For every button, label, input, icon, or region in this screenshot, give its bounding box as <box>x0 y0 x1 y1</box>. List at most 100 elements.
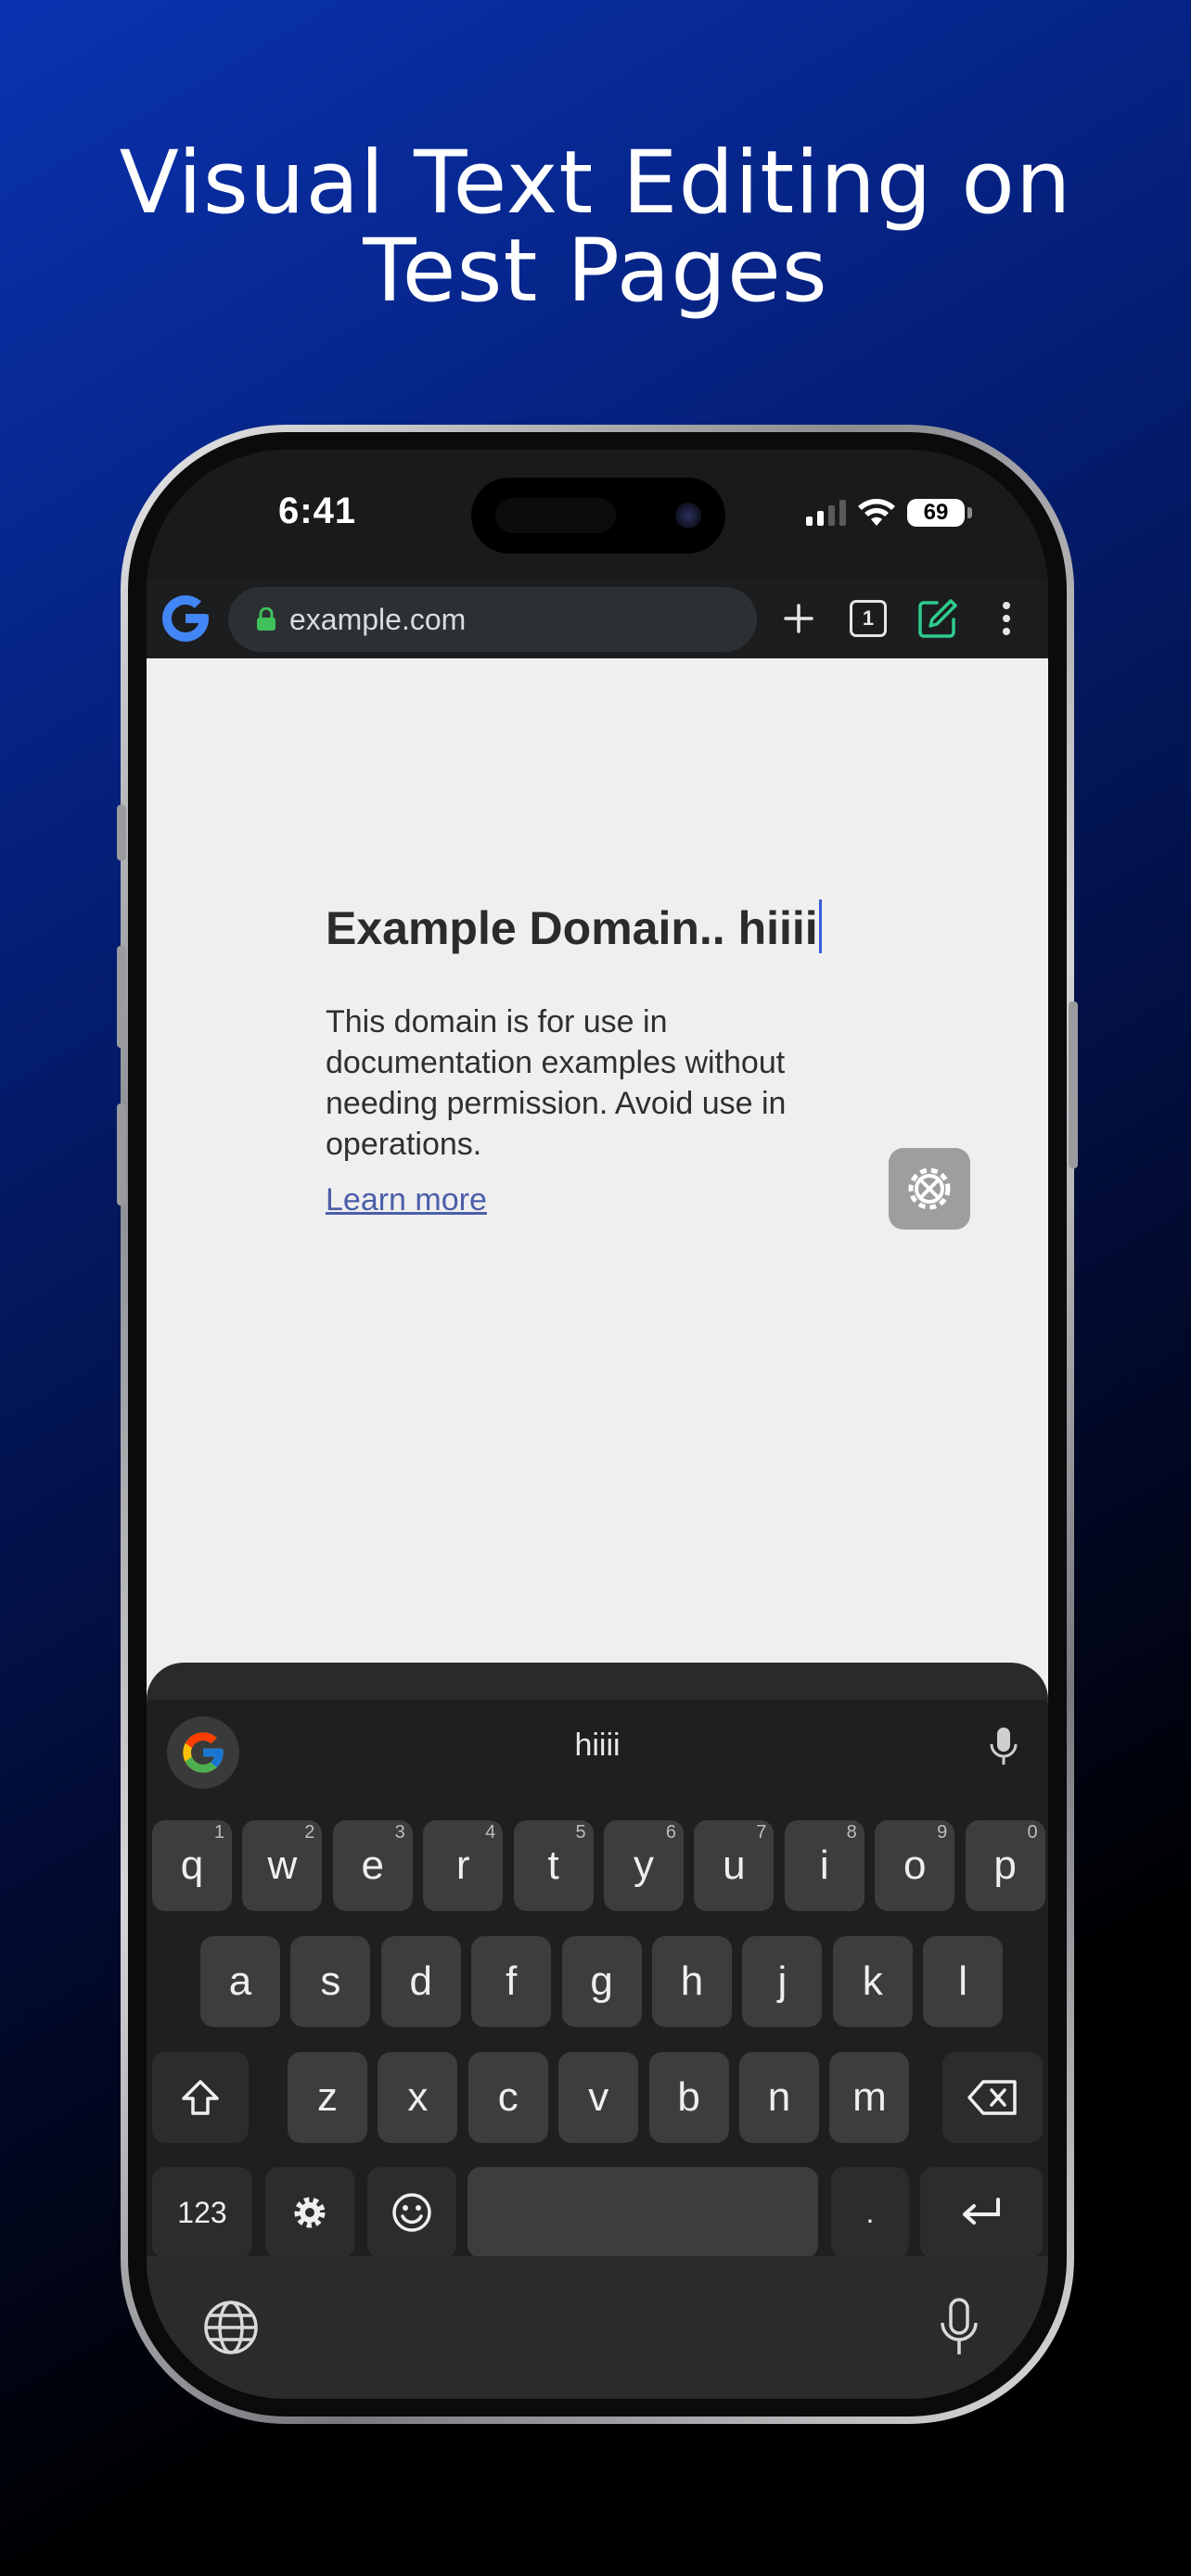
key-label: d <box>409 1958 433 2004</box>
key-label: e <box>361 1843 385 1888</box>
key-y[interactable]: y6 <box>604 1820 684 1911</box>
key-l[interactable]: l <box>923 1936 1004 2027</box>
battery-indicator: 69 <box>907 499 972 527</box>
overflow-menu-icon <box>1003 602 1010 635</box>
browser-toolbar: example.com 1 <box>147 580 1048 658</box>
key-label: x <box>407 2074 429 2120</box>
page-heading[interactable]: Example Domain.. hiiii <box>326 899 822 955</box>
key-number-hint: 1 <box>213 1822 224 1843</box>
emoji-key[interactable] <box>367 2167 456 2258</box>
headline: Visual Text Editing on Test Pages <box>0 139 1191 315</box>
address-bar[interactable]: example.com <box>228 587 757 652</box>
page-heading-text[interactable]: Example Domain.. hiiii <box>326 902 818 954</box>
camera-icon <box>675 503 701 529</box>
text-cursor <box>818 899 822 953</box>
key-h[interactable]: h <box>652 1936 732 2027</box>
microphone-icon[interactable] <box>937 2297 981 2358</box>
key-w[interactable]: w2 <box>242 1820 323 1911</box>
status-icons: 69 <box>806 496 972 529</box>
numbers-key[interactable]: 123 <box>152 2167 252 2258</box>
keyboard-bottom-bar <box>147 2256 1048 2399</box>
suggestion-word[interactable]: hiiii <box>147 1728 1048 1764</box>
key-number-hint: 2 <box>304 1822 315 1843</box>
settings-tools-icon <box>908 1167 951 1210</box>
key-k[interactable]: k <box>832 1936 913 2027</box>
shift-icon <box>182 2080 219 2115</box>
key-label: b <box>677 2074 700 2120</box>
power-button <box>1069 1001 1078 1168</box>
emoji-icon <box>392 2193 431 2232</box>
key-q[interactable]: q1 <box>152 1820 232 1911</box>
headline-line-2: Test Pages <box>363 221 828 322</box>
status-bar: 6:41 69 <box>147 450 1048 580</box>
key-i[interactable]: i8 <box>784 1820 864 1911</box>
key-label: j <box>777 1958 788 2004</box>
key-o[interactable]: o9 <box>875 1820 955 1911</box>
key-number-hint: 3 <box>394 1822 405 1843</box>
key-label: p <box>993 1843 1017 1888</box>
key-b[interactable]: b <box>648 2052 729 2143</box>
enter-key[interactable] <box>920 2167 1043 2258</box>
key-s[interactable]: s <box>290 1936 371 2027</box>
key-e[interactable]: e3 <box>332 1820 413 1911</box>
headline-line-1: Visual Text Editing on <box>119 133 1072 234</box>
backspace-icon <box>967 2080 1017 2115</box>
shift-key[interactable] <box>152 2052 249 2143</box>
key-number-hint: 0 <box>1027 1822 1038 1843</box>
key-label: t <box>547 1843 559 1888</box>
period-key[interactable]: . <box>831 2167 909 2258</box>
tab-switcher-button[interactable]: 1 <box>845 595 891 642</box>
key-label: z <box>317 2074 338 2120</box>
backspace-key[interactable] <box>942 2052 1043 2143</box>
action-button <box>117 805 126 861</box>
phone-screen: 6:41 69 example.com 1 Example Domain.. h… <box>147 450 1048 2399</box>
key-d[interactable]: d <box>380 1936 461 2027</box>
key-f[interactable]: f <box>471 1936 552 2027</box>
key-u[interactable]: u7 <box>694 1820 775 1911</box>
key-number-hint: 4 <box>485 1822 496 1843</box>
key-g[interactable]: g <box>561 1936 642 2027</box>
key-m[interactable]: m <box>829 2052 910 2143</box>
page-paragraph[interactable]: This domain is for use in documentation … <box>326 1001 845 1165</box>
microphone-icon[interactable] <box>987 1726 1020 1768</box>
learn-more-link[interactable]: Learn more <box>326 1182 487 1218</box>
status-time: 6:41 <box>278 491 357 531</box>
key-label: i <box>819 1843 829 1888</box>
on-screen-keyboard: hiiii q1w2e3r4t5y6u7i8o9p0 asdfghjkl zxc… <box>147 1663 1048 2399</box>
key-t[interactable]: t5 <box>513 1820 594 1911</box>
key-v[interactable]: v <box>558 2052 639 2143</box>
wifi-icon <box>858 499 895 526</box>
key-n[interactable]: n <box>739 2052 819 2143</box>
key-j[interactable]: j <box>742 1936 823 2027</box>
google-logo-icon[interactable] <box>158 591 213 646</box>
plus-icon <box>784 604 813 633</box>
key-z[interactable]: z <box>288 2052 367 2143</box>
volume-down-button <box>117 1103 126 1205</box>
editor-tools-button[interactable] <box>889 1148 970 1230</box>
key-number-hint: 7 <box>756 1822 767 1843</box>
key-label: w <box>267 1843 298 1888</box>
key-a[interactable]: a <box>200 1936 280 2027</box>
key-p[interactable]: p0 <box>965 1820 1045 1911</box>
key-number-hint: 5 <box>575 1822 586 1843</box>
key-c[interactable]: c <box>467 2052 548 2143</box>
key-label: h <box>680 1958 704 2004</box>
globe-icon[interactable] <box>202 2299 260 2356</box>
key-label: r <box>455 1843 470 1888</box>
edit-mode-button[interactable] <box>915 595 961 642</box>
key-r[interactable]: r4 <box>423 1820 504 1911</box>
new-tab-button[interactable] <box>775 595 822 642</box>
enter-icon <box>963 2198 1000 2225</box>
key-label: f <box>506 1958 518 2004</box>
key-label: n <box>767 2074 791 2120</box>
key-x[interactable]: x <box>378 2052 458 2143</box>
tab-switcher-icon: 1 <box>850 600 887 637</box>
key-label: c <box>497 2074 519 2120</box>
cellular-signal-icon <box>806 500 846 526</box>
overflow-menu-button[interactable] <box>983 595 1030 642</box>
space-key[interactable] <box>467 2167 818 2258</box>
gear-icon <box>294 2197 326 2228</box>
url-text: example.com <box>289 602 467 636</box>
keyboard-settings-key[interactable] <box>265 2167 354 2258</box>
key-label: m <box>852 2074 887 2120</box>
